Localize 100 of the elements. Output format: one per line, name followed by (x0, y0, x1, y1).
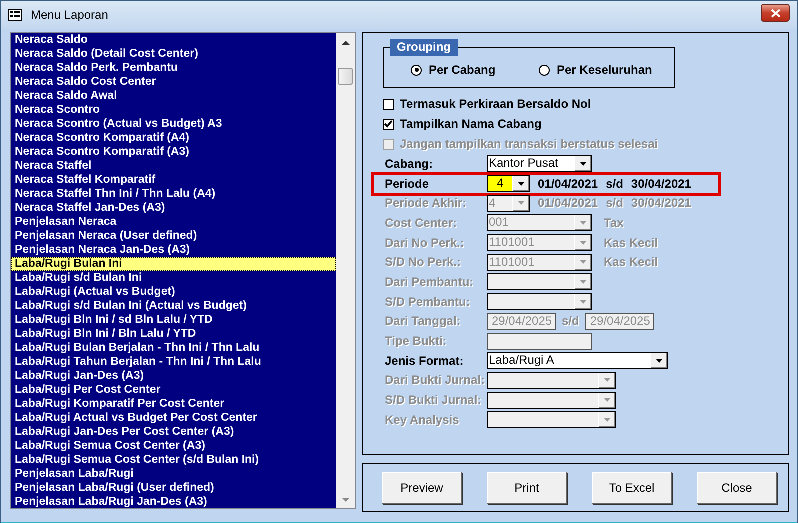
caret-icon (580, 162, 586, 166)
list-item[interactable]: Neraca Scontro Komparatif (A3) (11, 145, 336, 159)
list-item[interactable]: Neraca Saldo Perk. Pembantu (11, 61, 336, 75)
dropdown[interactable]: 4 (487, 175, 530, 192)
window-title: Menu Laporan (31, 8, 108, 22)
date-text: 01/04/2021 (538, 196, 598, 210)
list-item[interactable]: Laba/Rugi Bln Ini / sd Bln Lalu / YTD (11, 313, 336, 327)
close-button[interactable] (761, 4, 790, 22)
checkbox[interactable] (383, 98, 394, 110)
dropdown: 001 (487, 214, 592, 232)
action-button[interactable]: Close (697, 472, 777, 504)
list-item[interactable]: Laba/Rugi Actual vs Budget Per Cost Center (11, 411, 336, 425)
list-item[interactable]: Penjelasan Neraca Jan-Des (A3) (11, 243, 336, 257)
scroll-thumb[interactable] (338, 68, 353, 85)
radio-label[interactable]: Per Cabang (429, 63, 496, 77)
list-item[interactable]: Penjelasan Laba/Rugi Jan-Des (A3) (11, 495, 336, 508)
field-label: Jenis Format: (385, 354, 465, 368)
list-item[interactable]: Laba/Rugi Semua Cost Center (s/d Bulan Ini) (11, 453, 336, 467)
dropdown[interactable]: Laba/Rugi A (487, 352, 668, 370)
list-item[interactable]: Laba/Rugi Komparatif Per Cost Center (11, 397, 336, 411)
list-item[interactable]: Laba/Rugi (Actual vs Budget) (11, 285, 336, 299)
list-item[interactable]: Neraca Scontro Komparatif (A4) (11, 131, 336, 145)
scroll-down-icon[interactable] (342, 498, 350, 503)
list-item[interactable]: Penjelasan Laba/Rugi (11, 467, 336, 481)
checkbox-label[interactable]: Tampilkan Nama Cabang (400, 117, 542, 131)
list-item[interactable]: Neraca Scontro (11, 103, 336, 117)
date-text: 30/04/2021 (631, 196, 692, 210)
field-label: S/D Pembantu: (385, 294, 472, 309)
radio-button[interactable] (411, 64, 422, 76)
list-item[interactable]: Neraca Staffel Komparatif (11, 173, 336, 187)
list-item[interactable]: Neraca Scontro (Actual vs Budget) A3 (11, 117, 336, 131)
separator-text: s/d (562, 314, 580, 328)
list-item[interactable]: Neraca Staffel Jan-Des (A3) (11, 201, 336, 215)
date-text: 30/04/2021 (631, 176, 692, 191)
checkbox-label: Jangan tampilkan transaksi berstatus selesai (400, 137, 658, 151)
caret-icon (580, 300, 586, 304)
field-label: Cabang: (385, 156, 434, 171)
checkbox-label[interactable]: Termasuk Perkiraan Bersaldo Nol (400, 97, 592, 111)
list-item[interactable]: Neraca Staffel Thn Ini / Thn Lalu (A4) (11, 187, 336, 201)
window-icon (8, 9, 22, 21)
caret-icon (580, 240, 586, 245)
list-item[interactable]: Laba/Rugi s/d Bulan Ini (Actual vs Budget) (11, 299, 336, 313)
field-label: Key Analysis (385, 412, 460, 427)
caret-icon (604, 398, 610, 402)
checkbox[interactable] (383, 118, 394, 130)
dropdown: 1101001 (487, 254, 592, 271)
field-label: Dari No Perk.: (385, 236, 466, 250)
field-label: Dari Pembantu: (385, 274, 475, 289)
radio-label[interactable]: Per Keseluruhan (557, 63, 652, 77)
caret-icon (604, 378, 610, 382)
date-field: 29/04/2025 (487, 312, 556, 330)
account-name: Kas Kecil (604, 255, 658, 270)
list-item[interactable]: Penjelasan Neraca (User defined) (11, 229, 336, 243)
list-item[interactable]: Laba/Rugi Bulan Ini (11, 257, 336, 271)
list-item[interactable]: Laba/Rugi Jan-Des Per Cost Center (A3) (11, 425, 336, 439)
field-label: Periode Akhir: (385, 196, 468, 210)
action-button[interactable]: Print (487, 472, 567, 504)
separator-text: s/d (606, 176, 624, 191)
field-label: S/D No Perk.: (385, 255, 462, 270)
list-item[interactable]: Laba/Rugi s/d Bulan Ini (11, 271, 336, 285)
caret-icon (580, 260, 586, 264)
date-text: 01/04/2021 (538, 176, 598, 191)
scrollbar[interactable] (336, 33, 355, 508)
caret-icon (656, 358, 662, 363)
caret-icon (604, 418, 610, 422)
action-button[interactable]: To Excel (592, 472, 672, 504)
list-item[interactable]: Laba/Rugi Tahun Berjalan - Thn Ini / Thn Lalu (11, 355, 336, 369)
field-label: S/D Bukti Jurnal: (385, 393, 483, 408)
dropdown: 4 (487, 194, 530, 212)
caret-icon (518, 201, 524, 206)
list-item[interactable]: Laba/Rugi Per Cost Center (11, 383, 336, 397)
field-label: Dari Tanggal: (385, 314, 462, 328)
field-label: Periode (385, 176, 430, 191)
list-item[interactable]: Laba/Rugi Jan-Des (A3) (11, 369, 336, 383)
dropdown: 1101001 (487, 234, 592, 252)
list-item[interactable]: Neraca Saldo Cost Center (11, 75, 336, 89)
action-button[interactable]: Preview (382, 472, 462, 504)
list-item[interactable]: Neraca Saldo Awal (11, 89, 336, 103)
caret-icon (580, 280, 586, 284)
list-item[interactable]: Penjelasan Laba/Rugi (User defined) (11, 481, 336, 495)
list-item[interactable]: Laba/Rugi Bln Ini / Bln Lalu / YTD (11, 327, 336, 341)
scroll-up-icon[interactable] (342, 40, 350, 45)
field-label: Dari Bukti Jurnal: (385, 373, 486, 388)
account-name: Tax (604, 216, 624, 230)
field-label: Cost Center: (385, 216, 458, 230)
list-item[interactable]: Laba/Rugi Semua Cost Center (A3) (11, 439, 336, 453)
caret-icon (518, 182, 524, 186)
list-item[interactable]: Penjelasan Neraca (11, 215, 336, 229)
field-label: Tipe Bukti: (385, 334, 448, 348)
caret-icon (580, 220, 586, 225)
close-icon (770, 8, 780, 18)
account-name: Kas Kecil (604, 236, 658, 250)
radio-button[interactable] (539, 64, 550, 76)
list-item[interactable]: Neraca Saldo (11, 33, 336, 47)
dropdown[interactable]: Kantor Pusat (487, 155, 592, 172)
list-item[interactable]: Laba/Rugi Bulan Berjalan - Thn Ini / Thn Lalu (11, 341, 336, 355)
separator-text: s/d (606, 196, 624, 210)
list-item[interactable]: Neraca Saldo (Detail Cost Center) (11, 47, 336, 61)
date-field: 29/04/2025 (585, 312, 654, 330)
list-item[interactable]: Neraca Staffel (11, 159, 336, 173)
